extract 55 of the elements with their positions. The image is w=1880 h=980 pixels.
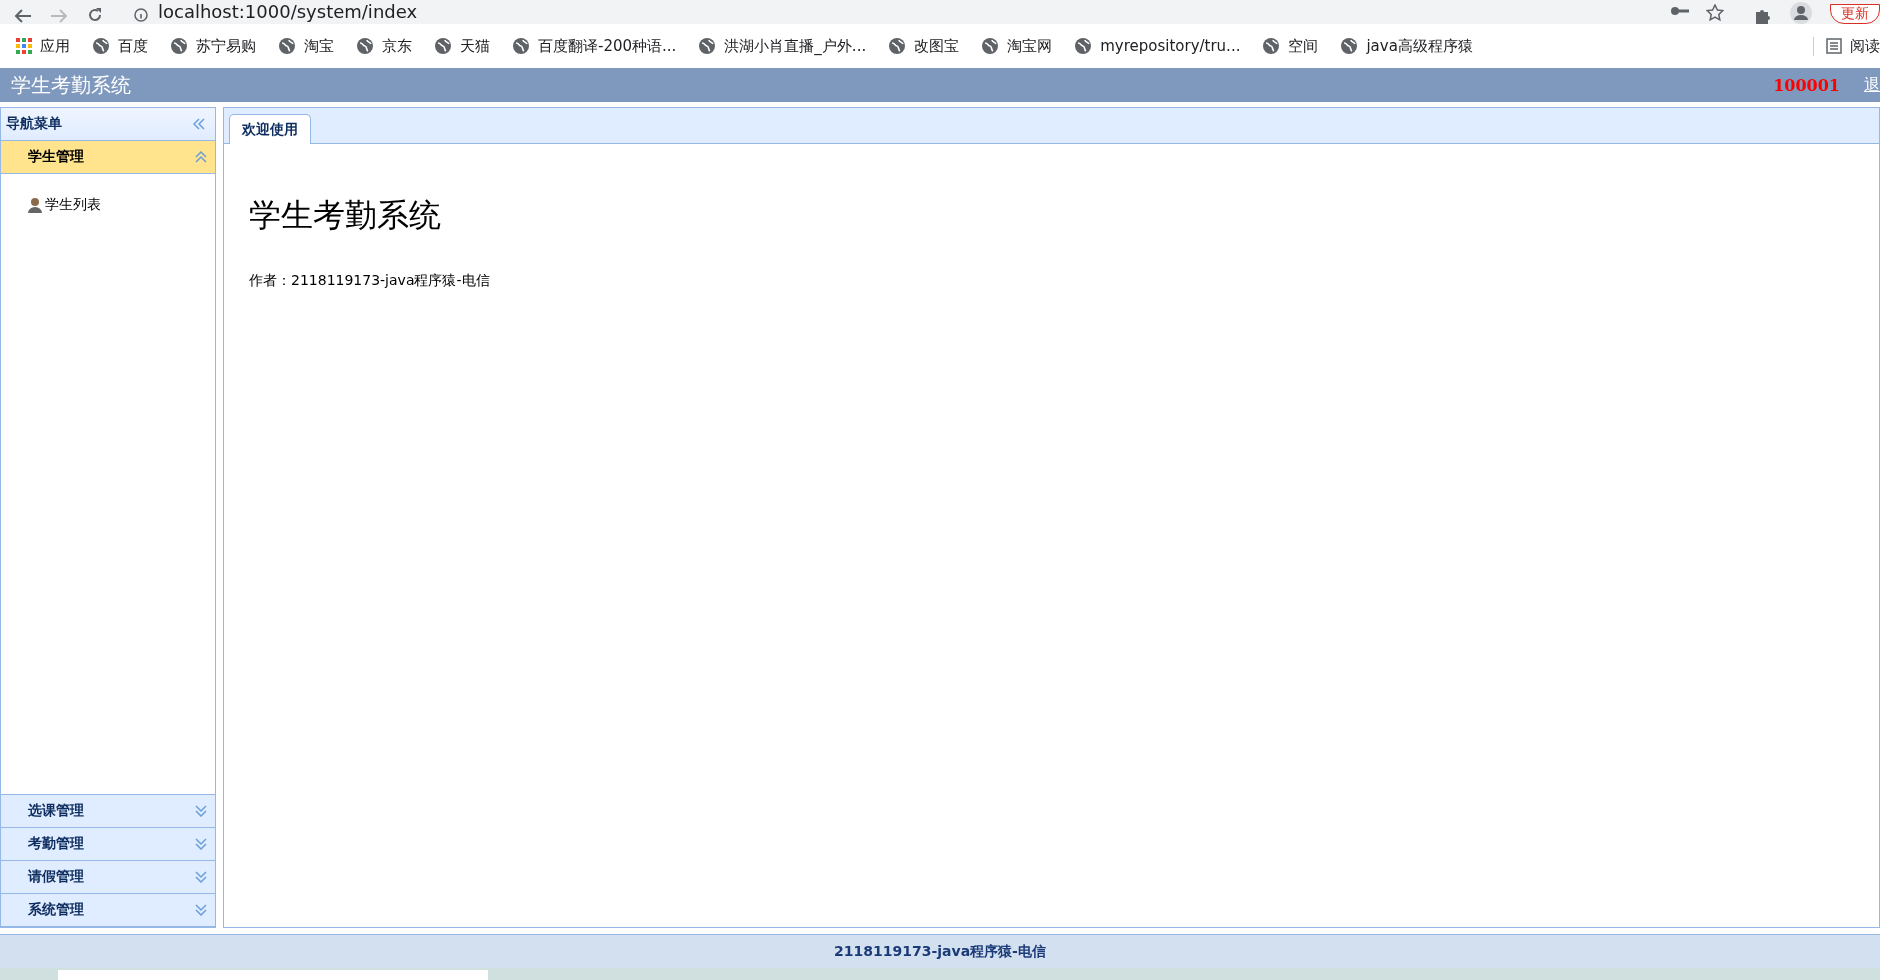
globe-icon bbox=[92, 37, 110, 55]
menu-group-header[interactable]: 考勤管理 bbox=[1, 828, 215, 861]
bookmark-link[interactable]: 空间 bbox=[1288, 36, 1319, 56]
globe-icon bbox=[888, 37, 907, 55]
bookmark-link[interactable]: 京东 bbox=[382, 36, 412, 56]
globe-icon bbox=[278, 37, 296, 55]
menu-group-header[interactable]: 学生管理 bbox=[1, 141, 215, 174]
user-id: 100001 bbox=[1773, 75, 1840, 95]
sidebar-title: 导航菜单 bbox=[6, 115, 62, 133]
globe-icon bbox=[434, 37, 452, 55]
tab[interactable]: 欢迎使用 bbox=[229, 114, 311, 144]
chevron-down-icon bbox=[195, 904, 207, 916]
globe-icon bbox=[1262, 37, 1281, 55]
apps-grid-icon bbox=[16, 38, 32, 54]
info-icon bbox=[134, 8, 148, 22]
page-heading: 学生考勤系统 bbox=[249, 195, 442, 236]
globe-icon bbox=[1074, 37, 1093, 55]
bookmark-link[interactable]: 淘宝 bbox=[304, 36, 334, 56]
globe-icon bbox=[356, 37, 374, 55]
person-icon bbox=[27, 197, 43, 213]
bookmark-link[interactable]: 苏宁易购 bbox=[196, 36, 256, 56]
chevron-up-icon bbox=[195, 151, 207, 163]
globe-icon bbox=[698, 37, 717, 55]
profile-icon[interactable] bbox=[1790, 2, 1812, 24]
bookmark-link[interactable]: java高级程序猿 bbox=[1366, 36, 1473, 56]
globe-icon bbox=[512, 37, 530, 55]
chevron-down-icon bbox=[195, 838, 207, 850]
globe-icon bbox=[170, 37, 188, 55]
bookmark-link[interactable]: 应用 bbox=[40, 36, 70, 56]
menu-group-header[interactable]: 请假管理 bbox=[1, 861, 215, 894]
reading-list-icon[interactable] bbox=[1826, 38, 1842, 54]
key-icon[interactable] bbox=[1670, 4, 1690, 18]
bookmark-link[interactable]: 天猫 bbox=[460, 36, 490, 56]
chevron-down-icon bbox=[195, 805, 207, 817]
app-title: 学生考勤系统 bbox=[11, 71, 131, 99]
reading-list-link[interactable]: 阅读 bbox=[1850, 36, 1880, 56]
bookmark-link[interactable]: 洪湖小肖直播_户外... bbox=[724, 36, 867, 56]
globe-icon bbox=[981, 37, 1000, 55]
bookmark-link[interactable]: 百度翻译-200种语... bbox=[538, 36, 677, 56]
bookmark-link[interactable]: 淘宝网 bbox=[1007, 36, 1053, 56]
chevron-down-icon bbox=[195, 871, 207, 883]
menu-group-header[interactable]: 系统管理 bbox=[1, 894, 215, 927]
author-text: 作者：2118119173-java程序猿-电信 bbox=[249, 272, 491, 290]
globe-icon bbox=[1340, 37, 1359, 55]
menu-item[interactable]: 学生列表 bbox=[27, 196, 101, 214]
url-text: localhost:1000/system/index bbox=[158, 1, 418, 22]
back-icon[interactable] bbox=[14, 8, 32, 24]
update-button[interactable]: 更新 bbox=[1830, 4, 1880, 24]
bookmark-link[interactable]: myrepository/tru... bbox=[1100, 37, 1241, 55]
reload-icon[interactable] bbox=[86, 6, 104, 24]
star-icon[interactable] bbox=[1706, 4, 1724, 22]
bookmark-link[interactable]: 百度 bbox=[118, 36, 148, 56]
footer-text: 2118119173-java程序猿-电信 bbox=[834, 942, 1046, 961]
bookmark-link[interactable]: 改图宝 bbox=[914, 36, 960, 56]
menu-group-header[interactable]: 选课管理 bbox=[1, 795, 215, 828]
